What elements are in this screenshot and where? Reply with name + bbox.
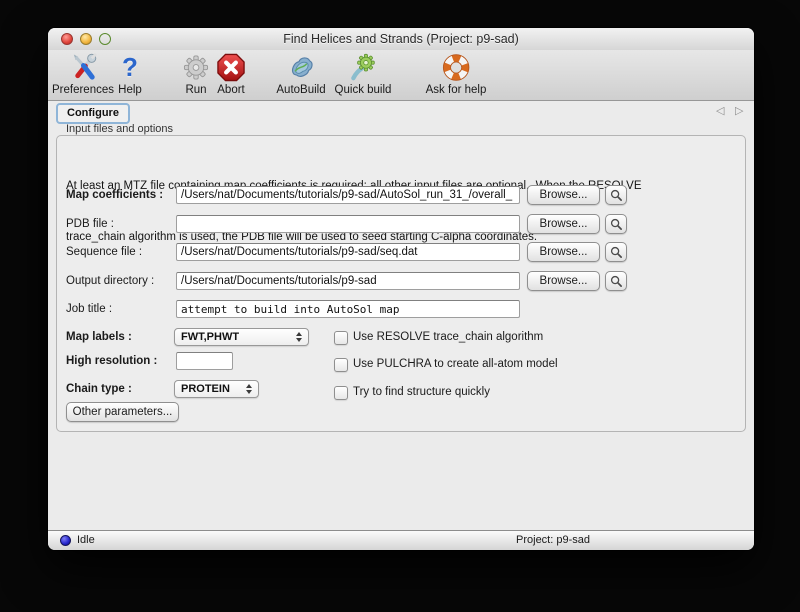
pulchra-label: Use PULCHRA to create all-atom model bbox=[353, 358, 558, 370]
toolbar: Preferences ? Help Run bbox=[48, 50, 754, 101]
toolbar-label-autobuild: AutoBuild bbox=[276, 84, 325, 96]
statusbar: Idle Project: p9-sad bbox=[48, 530, 754, 550]
find-quickly-checkbox[interactable] bbox=[334, 386, 348, 400]
lifebuoy-icon bbox=[426, 52, 487, 83]
pdb-file-input[interactable] bbox=[176, 215, 520, 233]
toolbar-button-preferences[interactable]: Preferences bbox=[52, 52, 114, 96]
map-coefficients-browse-button[interactable]: Browse... bbox=[527, 185, 600, 205]
magnifier-icon bbox=[610, 218, 623, 231]
resolve-trace-chain-checkbox[interactable] bbox=[334, 331, 348, 345]
stop-icon bbox=[217, 52, 246, 83]
chain-type-dropdown[interactable]: PROTEIN bbox=[174, 380, 259, 398]
field-label-chain-type: Chain type : bbox=[66, 383, 132, 395]
toolbar-label-abort: Abort bbox=[217, 84, 246, 96]
pulchra-checkbox[interactable] bbox=[334, 358, 348, 372]
tab-nav-left-icon[interactable]: ◁ bbox=[716, 105, 724, 117]
toolbar-label-quick-build: Quick build bbox=[335, 84, 392, 96]
output-directory-input[interactable] bbox=[176, 272, 520, 290]
tab-configure[interactable]: Configure bbox=[56, 103, 130, 124]
map-labels-dropdown[interactable]: FWT,PHWT bbox=[174, 328, 309, 346]
field-label-job-title: Job title : bbox=[66, 303, 112, 315]
toolbar-button-abort[interactable]: Abort bbox=[217, 52, 246, 96]
magnifier-icon bbox=[610, 246, 623, 259]
toolbar-button-autobuild[interactable]: AutoBuild bbox=[276, 52, 325, 96]
gear-icon bbox=[182, 52, 211, 83]
field-label-high-resolution: High resolution : bbox=[66, 355, 157, 367]
field-label-map-coefficients: Map coefficients : bbox=[66, 189, 163, 201]
other-parameters-button[interactable]: Other parameters... bbox=[66, 402, 179, 422]
toolbar-button-ask-for-help[interactable]: Ask for help bbox=[426, 52, 487, 96]
stepper-arrows-icon bbox=[238, 384, 252, 394]
groupbox-title: Input files and options bbox=[66, 123, 173, 135]
map-coefficients-input[interactable] bbox=[176, 186, 520, 204]
window-title: Find Helices and Strands (Project: p9-sa… bbox=[48, 32, 754, 46]
sequence-file-search-button[interactable] bbox=[605, 242, 627, 262]
status-text: Idle bbox=[77, 534, 95, 546]
job-title-input[interactable] bbox=[176, 300, 520, 318]
high-resolution-input[interactable] bbox=[176, 352, 233, 370]
toolbar-button-quick-build[interactable]: Quick build bbox=[335, 52, 392, 96]
molecule-icon bbox=[276, 52, 325, 83]
output-directory-browse-button[interactable]: Browse... bbox=[527, 271, 600, 291]
project-label: Project: p9-sad bbox=[516, 534, 590, 546]
tab-nav-right-icon[interactable]: ▷ bbox=[735, 105, 743, 117]
app-window: Find Helices and Strands (Project: p9-sa… bbox=[48, 28, 754, 550]
magnifier-icon bbox=[610, 189, 623, 202]
toolbar-label-preferences: Preferences bbox=[52, 84, 114, 96]
toolbar-button-run[interactable]: Run bbox=[182, 52, 211, 96]
tools-icon bbox=[52, 52, 114, 83]
sequence-file-input[interactable] bbox=[176, 243, 520, 261]
field-label-pdb-file: PDB file : bbox=[66, 218, 114, 230]
resolve-trace-chain-label: Use RESOLVE trace_chain algorithm bbox=[353, 331, 543, 343]
toolbar-label-ask-for-help: Ask for help bbox=[426, 84, 487, 96]
stepper-arrows-icon bbox=[288, 332, 302, 342]
titlebar[interactable]: Find Helices and Strands (Project: p9-sa… bbox=[48, 28, 754, 51]
chain-type-value: PROTEIN bbox=[181, 383, 230, 395]
find-quickly-label: Try to find structure quickly bbox=[353, 386, 490, 398]
magnifier-icon bbox=[610, 275, 623, 288]
field-label-sequence-file: Sequence file : bbox=[66, 246, 142, 258]
toolbar-label-help: Help bbox=[118, 84, 142, 96]
sequence-file-browse-button[interactable]: Browse... bbox=[527, 242, 600, 262]
output-directory-search-button[interactable] bbox=[605, 271, 627, 291]
map-labels-value: FWT,PHWT bbox=[181, 331, 239, 343]
status-indicator-icon bbox=[60, 535, 71, 546]
toolbar-button-help[interactable]: ? Help bbox=[118, 52, 142, 96]
field-label-map-labels: Map labels : bbox=[66, 331, 132, 343]
pdb-file-search-button[interactable] bbox=[605, 214, 627, 234]
gear-molecule-icon bbox=[335, 52, 392, 83]
pdb-file-browse-button[interactable]: Browse... bbox=[527, 214, 600, 234]
map-coefficients-search-button[interactable] bbox=[605, 185, 627, 205]
toolbar-label-run: Run bbox=[182, 84, 211, 96]
field-label-output-directory: Output directory : bbox=[66, 275, 154, 287]
question-icon: ? bbox=[118, 52, 142, 83]
